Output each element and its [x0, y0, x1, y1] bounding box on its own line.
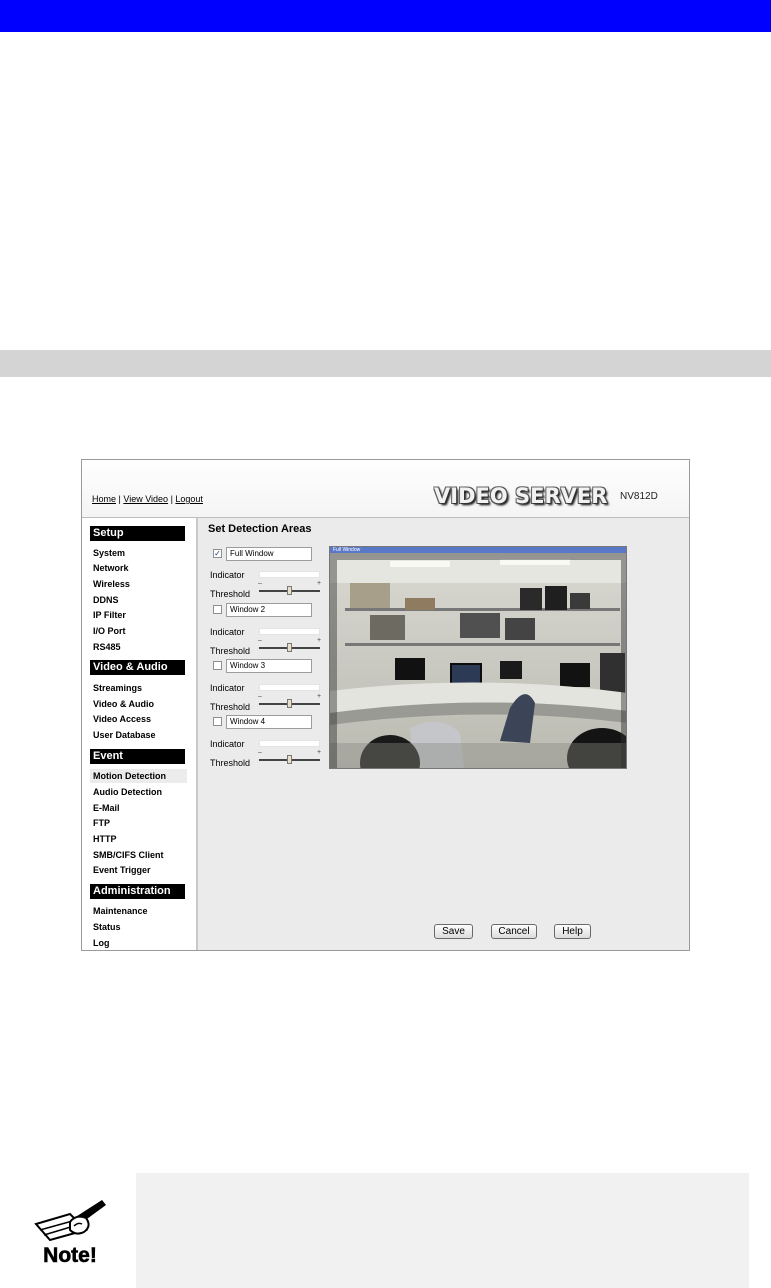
camera-scene-image	[330, 553, 626, 768]
sidebar-item-io-port[interactable]: I/O Port	[90, 624, 187, 638]
window-3-name-field[interactable]: Window 3	[226, 659, 312, 673]
threshold-label: Threshold	[210, 758, 251, 768]
note-label: Note!	[43, 1244, 97, 1266]
threshold-label: Threshold	[210, 646, 251, 656]
window-3-threshold-slider[interactable]	[287, 699, 292, 708]
sidebar-item-video-access[interactable]: Video Access	[90, 712, 187, 726]
sidebar-item-wireless[interactable]: Wireless	[90, 577, 187, 591]
indicator-label: Indicator	[210, 627, 245, 637]
plus-sign: +	[317, 580, 322, 587]
threshold-label: Threshold	[210, 702, 251, 712]
sidebar-item-ddns[interactable]: DDNS	[90, 593, 187, 607]
sidebar-item-system[interactable]: System	[90, 546, 187, 560]
sidebar-section-administration: Administration	[90, 884, 185, 899]
model-number: NV812D	[620, 491, 658, 502]
window-3-checkbox[interactable]	[213, 661, 222, 670]
home-link[interactable]: Home	[92, 494, 116, 504]
view-video-link[interactable]: View Video	[123, 494, 168, 504]
cancel-button[interactable]: Cancel	[491, 924, 537, 939]
ui-header: Home | View Video | Logout VIDEO SERVER …	[82, 460, 689, 518]
help-button[interactable]: Help	[554, 924, 591, 939]
indicator-label: Indicator	[210, 683, 245, 693]
sidebar-item-user-database[interactable]: User Database	[90, 728, 187, 742]
note-box	[136, 1173, 749, 1288]
sidebar-item-smb-cifs-client[interactable]: SMB/CIFS Client	[90, 848, 187, 862]
window-2-checkbox[interactable]	[213, 605, 222, 614]
section-heading-band	[0, 350, 771, 377]
minus-sign: –	[258, 749, 262, 756]
window-1-name-field[interactable]: Full Window	[226, 547, 312, 561]
sidebar: Setup System Network Wireless DDNS IP Fi…	[82, 518, 198, 950]
save-button[interactable]: Save	[434, 924, 473, 939]
window-2-name-field[interactable]: Window 2	[226, 603, 312, 617]
window-2-indicator-bar	[259, 628, 320, 635]
window-1-indicator-bar	[259, 571, 320, 578]
video-server-screenshot: Home | View Video | Logout VIDEO SERVER …	[81, 459, 690, 951]
sidebar-item-log[interactable]: Log	[90, 936, 187, 950]
sidebar-item-rs485[interactable]: RS485	[90, 640, 187, 654]
sidebar-item-network[interactable]: Network	[90, 561, 187, 575]
brand-logo: VIDEO SERVER	[434, 484, 608, 508]
page-title: Set Detection Areas	[208, 523, 312, 535]
sidebar-item-video-audio[interactable]: Video & Audio	[90, 697, 187, 711]
sidebar-item-maintenance[interactable]: Maintenance	[90, 904, 187, 918]
top-color-bar	[0, 0, 771, 32]
window-4-checkbox[interactable]	[213, 717, 222, 726]
sidebar-item-event-trigger[interactable]: Event Trigger	[90, 863, 187, 877]
note-icon: Note!	[34, 1200, 106, 1266]
minus-sign: –	[258, 580, 262, 587]
sidebar-item-streamings[interactable]: Streamings	[90, 681, 187, 695]
window-1-threshold-slider[interactable]	[287, 586, 292, 595]
window-2-threshold-slider[interactable]	[287, 643, 292, 652]
window-1-checkbox[interactable]: ✓	[213, 549, 222, 558]
sidebar-item-status[interactable]: Status	[90, 920, 187, 934]
sidebar-item-http[interactable]: HTTP	[90, 832, 187, 846]
indicator-label: Indicator	[210, 739, 245, 749]
minus-sign: –	[258, 637, 262, 644]
sidebar-item-ip-filter[interactable]: IP Filter	[90, 608, 187, 622]
threshold-label: Threshold	[210, 589, 251, 599]
window-4-name-field[interactable]: Window 4	[226, 715, 312, 729]
indicator-label: Indicator	[210, 570, 245, 580]
sidebar-section-event: Event	[90, 749, 185, 764]
logout-link[interactable]: Logout	[175, 494, 203, 504]
sidebar-item-email[interactable]: E-Mail	[90, 801, 187, 815]
top-nav: Home | View Video | Logout	[92, 494, 203, 504]
plus-sign: +	[317, 637, 322, 644]
sidebar-item-ftp[interactable]: FTP	[90, 816, 187, 830]
camera-video-preview[interactable]: Full Window	[329, 546, 627, 769]
window-3-indicator-bar	[259, 684, 320, 691]
sidebar-item-audio-detection[interactable]: Audio Detection	[90, 785, 187, 799]
minus-sign: –	[258, 693, 262, 700]
window-4-indicator-bar	[259, 740, 320, 747]
plus-sign: +	[317, 693, 322, 700]
sidebar-section-setup: Setup	[90, 526, 185, 541]
sidebar-section-video-audio: Video & Audio	[90, 660, 185, 675]
sidebar-item-motion-detection[interactable]: Motion Detection	[90, 769, 187, 783]
main-panel: Set Detection Areas ✓ Full Window Indica…	[198, 518, 689, 950]
plus-sign: +	[317, 749, 322, 756]
window-4-threshold-slider[interactable]	[287, 755, 292, 764]
